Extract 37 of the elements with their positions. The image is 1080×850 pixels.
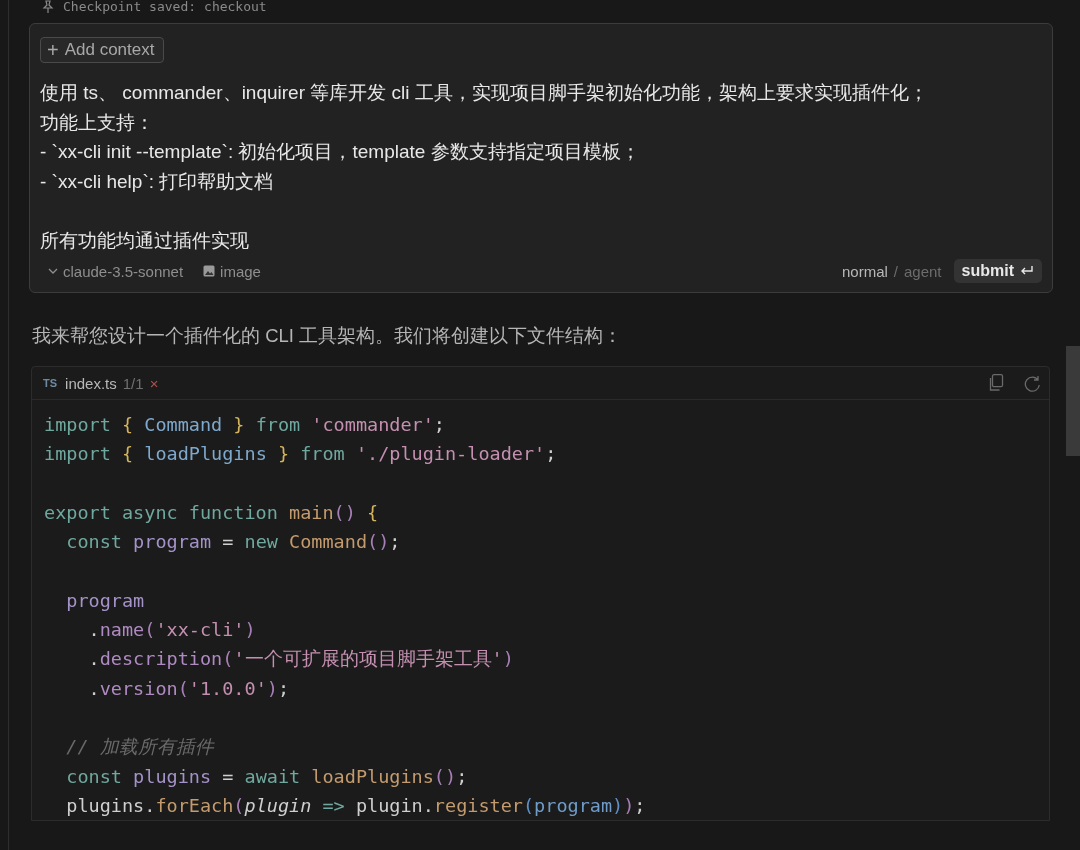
code-line: .version('1.0.0'); xyxy=(87,677,290,699)
mode-separator: / xyxy=(893,262,898,280)
refresh-icon[interactable] xyxy=(1024,374,1041,392)
reject-button[interactable]: × xyxy=(149,374,159,392)
add-context-button[interactable]: + Add context xyxy=(40,37,165,63)
language-label: TS xyxy=(43,377,58,389)
mode-option[interactable]: agent xyxy=(904,262,942,280)
file-name: index.ts xyxy=(65,374,117,392)
prompt-text: - `xx-cli help`: 打印帮助文档 xyxy=(40,169,275,194)
checkpoint-link[interactable]: checkout xyxy=(204,0,267,14)
code-line: .name('xx-cli') xyxy=(87,619,256,641)
prompt-text: 功能上支持： xyxy=(40,110,155,135)
code-line: import { Command } from 'commander'; xyxy=(44,414,445,435)
image-icon xyxy=(203,265,216,277)
submit-button[interactable]: submit xyxy=(953,259,1042,283)
code-line: // 加载所有插件 xyxy=(65,736,214,758)
prompt-text: - `xx-cli init --template`: 初始化项目，template 参数支持指定项目模板； xyxy=(40,140,641,164)
checkpoint-label: Checkpoint saved: xyxy=(63,0,197,14)
pin-icon xyxy=(41,0,55,14)
code-line: const program = new Command(); xyxy=(65,531,401,553)
response-text: 我来帮您设计一个插件化的 CLI 工具架构。我们将创建以下文件结构： xyxy=(32,324,624,348)
code-line: plugins.forEach(plugin => plugin.register(program)); xyxy=(65,794,646,816)
prompt-text: 所有功能均通过插件实现 xyxy=(40,228,250,253)
code-line: const plugins = await loadPlugins(); xyxy=(65,765,468,787)
copy-icon[interactable] xyxy=(988,374,1004,392)
scrollbar-thumb[interactable] xyxy=(1066,346,1080,456)
mode-option[interactable]: normal xyxy=(841,262,888,280)
code-line: export async function main() { xyxy=(44,501,379,523)
code-line: import { loadPlugins } from './plugin-loader'; xyxy=(44,443,557,465)
model-selector[interactable]: claude-3.5-sonnet xyxy=(63,262,184,280)
image-button[interactable]: image xyxy=(220,262,261,280)
return-icon xyxy=(1020,265,1034,277)
chevron-down-icon xyxy=(48,268,58,274)
code-line: .description('一个可扩展的项目脚手架工具') xyxy=(87,648,514,670)
code-line: program xyxy=(65,589,145,611)
change-count: 1/1 xyxy=(122,374,144,392)
prompt-text: 使用 ts、 commander、inquirer 等库开发 cli 工具，实现项目脚手架初始化功能，架构上要求实现插件化； xyxy=(40,81,929,105)
